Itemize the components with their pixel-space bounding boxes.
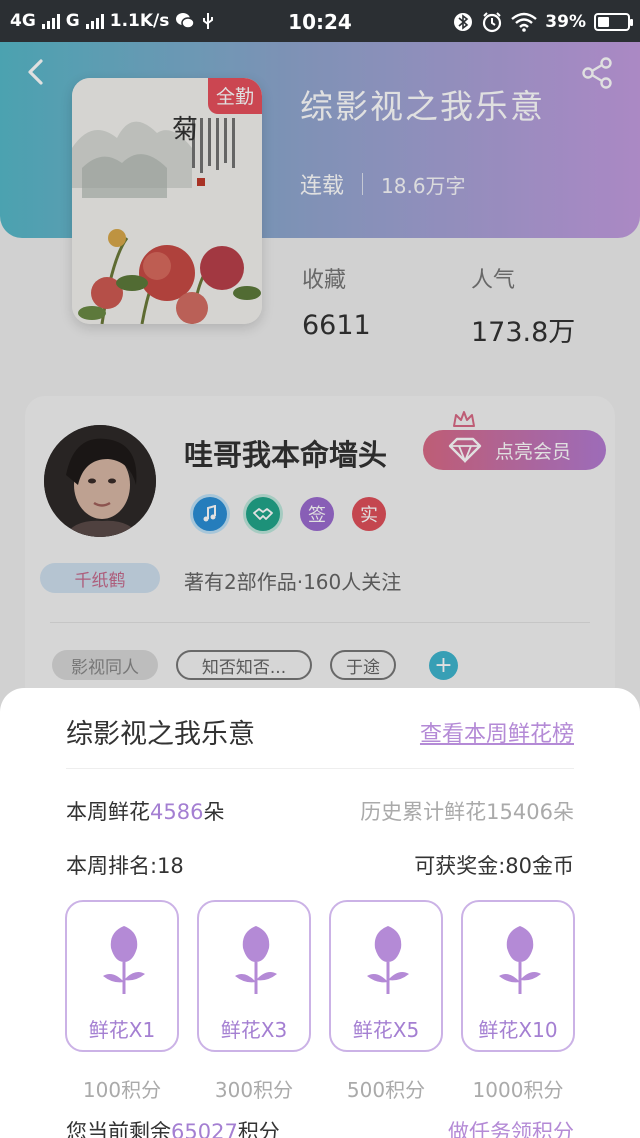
- weekly-flowers-prefix: 本周鲜花: [66, 800, 150, 824]
- remaining-prefix: 您当前剩余: [66, 1120, 171, 1138]
- tulip-icon: [367, 926, 409, 994]
- weekly-flower-ranking-link[interactable]: 查看本周鲜花榜: [420, 716, 574, 748]
- tulip-icon: [103, 926, 145, 994]
- flower-option-cost: 100积分: [82, 1078, 162, 1102]
- alarm-icon: [483, 12, 502, 33]
- flower-option-label: 鲜花X3: [220, 1018, 288, 1042]
- flower-option-label: 鲜花X5: [352, 1018, 420, 1042]
- weekly-rank: 本周排名:18: [66, 854, 184, 878]
- weekly-flowers-suffix: 朵: [203, 800, 225, 824]
- weekly-flowers: 本周鲜花4586朵: [66, 796, 224, 826]
- flower-option-cost: 300积分: [214, 1078, 294, 1102]
- battery-percent: 39%: [545, 12, 586, 32]
- wifi-icon: [511, 12, 538, 32]
- sheet-divider: [66, 768, 574, 769]
- battery-icon: [594, 13, 633, 31]
- flower-option-cost: 1000积分: [472, 1078, 564, 1102]
- bluetooth-icon: [454, 13, 473, 31]
- flower-option-label: 鲜花X1: [88, 1018, 156, 1042]
- sheet-title: 综影视之我乐意: [66, 719, 255, 750]
- tulip-icon: [499, 926, 541, 994]
- weekly-flowers-count: 4586: [150, 800, 204, 824]
- remaining-points: 您当前剩余65027积分: [66, 1116, 280, 1138]
- status-bar: 4G G 1.1K/s 10:24 39%: [0, 0, 640, 42]
- remaining-points-value: 65027: [171, 1120, 238, 1138]
- flower-option-10[interactable]: 鲜花X10: [461, 900, 575, 1052]
- remaining-suffix: 积分: [237, 1120, 280, 1138]
- earn-points-link[interactable]: 做任务领积分: [448, 1116, 574, 1138]
- flower-option-cost: 500积分: [346, 1078, 426, 1102]
- history-flowers: 历史累计鲜花15406朵: [360, 800, 574, 824]
- flower-option-3[interactable]: 鲜花X3: [197, 900, 311, 1052]
- tulip-icon: [235, 926, 277, 994]
- flower-option-5[interactable]: 鲜花X5: [329, 900, 443, 1052]
- flower-option-1[interactable]: 鲜花X1: [65, 900, 179, 1052]
- flower-option-label: 鲜花X10: [478, 1018, 558, 1042]
- reward-amount: 可获奖金:80金币: [414, 854, 574, 878]
